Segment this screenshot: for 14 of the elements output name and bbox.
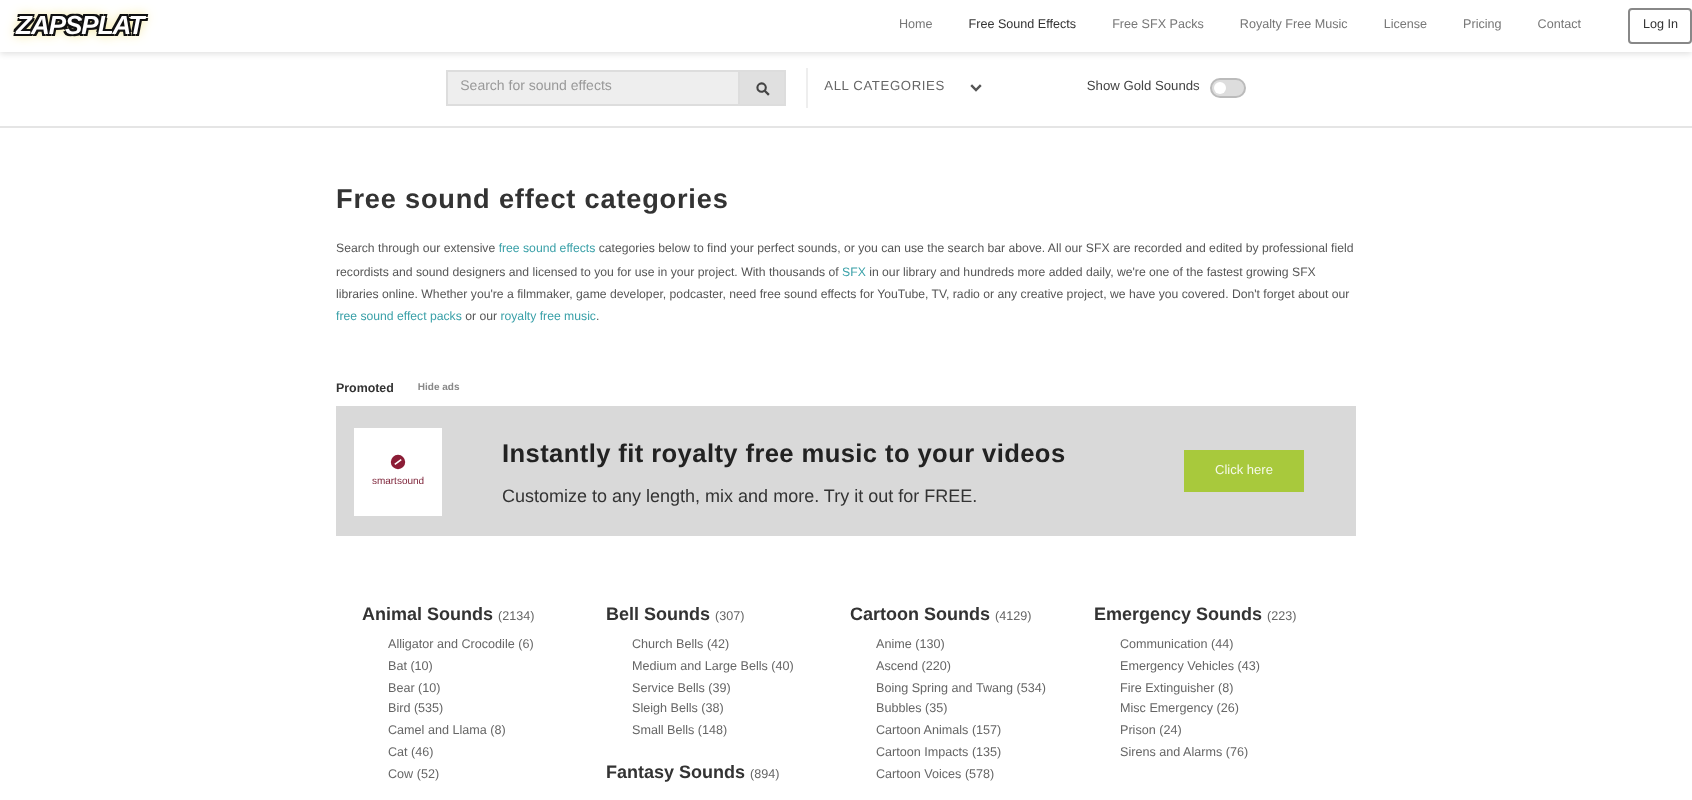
category-heading[interactable]: Cartoon Sounds: [850, 604, 995, 625]
logo-mark-icon: [390, 453, 406, 470]
ad-title: Instantly fit royalty free music to your videos: [502, 435, 1068, 472]
category-heading[interactable]: Bell Sounds: [606, 604, 716, 625]
category-heading[interactable]: Fantasy Sounds: [606, 761, 751, 782]
category-heading[interactable]: Emergency Sounds: [1094, 604, 1268, 625]
toggle-switch[interactable]: [1209, 78, 1246, 98]
ad-subtitle: Customize to any length, mix and more. Try it out for FREE.: [502, 483, 980, 510]
category-heading[interactable]: Animal Sounds: [362, 604, 499, 625]
chevron-down-icon: [970, 84, 983, 92]
page-heading: Free sound effect categories: [336, 184, 731, 217]
search-button[interactable]: [738, 70, 787, 106]
logo[interactable]: ZAPSPLAT: [16, 6, 144, 46]
search-icon: [755, 81, 770, 95]
